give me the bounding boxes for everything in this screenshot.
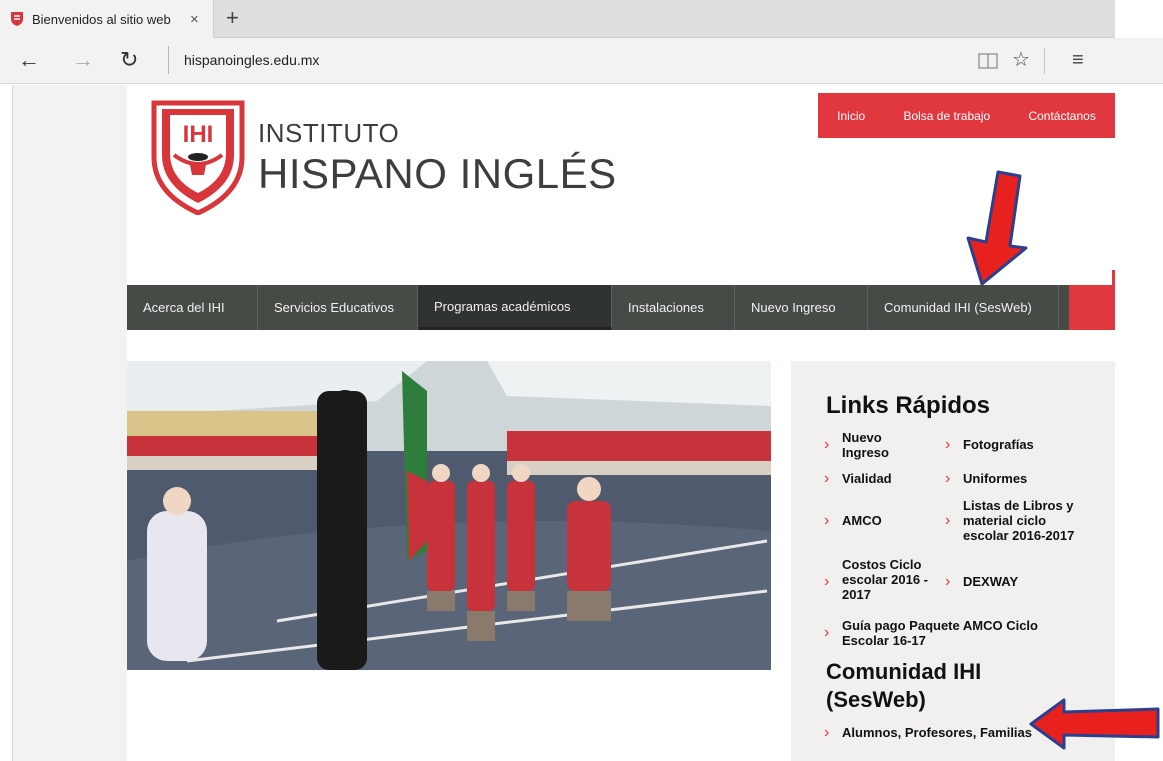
toolbar-separator	[1044, 48, 1045, 74]
hub-menu-icon[interactable]: ≡	[1072, 50, 1084, 70]
chevron-right-icon: ›	[945, 436, 951, 453]
brand-line-2: HISPANO INGLÉS	[258, 150, 617, 197]
nav-red-block	[1069, 285, 1115, 330]
chevron-right-icon: ›	[945, 512, 951, 529]
school-ceremony-photo	[127, 361, 771, 670]
ihi-shield-logo[interactable]	[150, 95, 246, 215]
tab-bar: Bienvenidos al sitio web × +	[0, 0, 1163, 38]
url-separator	[168, 46, 169, 74]
address-bar: ← → ↻ hispanoingles.edu.mx ☆ ≡	[0, 38, 1163, 84]
close-tab-icon[interactable]: ×	[190, 11, 199, 28]
svg-text:IHI: IHI	[183, 121, 214, 148]
nav-servicios[interactable]: Servicios Educativos	[258, 285, 418, 330]
annotation-arrow-left-icon	[1029, 698, 1160, 750]
chevron-right-icon: ›	[945, 470, 951, 487]
community-title: Comunidad IHI (SesWeb)	[826, 659, 982, 712]
top-link-contacto[interactable]: Contáctanos	[1028, 109, 1095, 123]
chevron-right-icon: ›	[824, 724, 830, 741]
nav-instalaciones[interactable]: Instalaciones	[612, 285, 735, 330]
browser-tab[interactable]: Bienvenidos al sitio web ×	[0, 0, 214, 38]
quick-links-title: Links Rápidos	[826, 392, 991, 419]
chevron-right-icon: ›	[945, 573, 951, 590]
annotation-arrow-down-icon	[966, 170, 1028, 286]
nav-programas[interactable]: Programas académicos	[418, 285, 612, 330]
chevron-right-icon: ›	[824, 624, 830, 641]
page-margin	[13, 85, 127, 761]
chevron-right-icon: ›	[824, 470, 830, 487]
window-edge	[1115, 0, 1163, 38]
brand-line-1: INSTITUTO	[258, 118, 400, 148]
chevron-right-icon: ›	[824, 436, 830, 453]
nav-comunidad[interactable]: Comunidad IHI (SesWeb)	[868, 285, 1059, 330]
back-arrow-icon[interactable]: ←	[18, 48, 40, 72]
nav-red-edge	[1112, 270, 1115, 285]
chevron-right-icon: ›	[824, 573, 830, 590]
tab-title: Bienvenidos al sitio web	[32, 11, 171, 27]
top-link-bolsa[interactable]: Bolsa de trabajo	[903, 109, 990, 123]
hero-photo	[127, 361, 771, 670]
url-field[interactable]: hispanoingles.edu.mx	[184, 52, 319, 68]
forward-arrow-icon[interactable]: →	[72, 48, 94, 72]
new-tab-button[interactable]: +	[226, 7, 239, 29]
top-link-inicio[interactable]: Inicio	[837, 109, 865, 123]
refresh-icon[interactable]: ↻	[120, 48, 138, 72]
nav-nuevo-ingreso[interactable]: Nuevo Ingreso	[735, 285, 868, 330]
main-navigation: Acerca del IHI Servicios Educativos Prog…	[127, 285, 1115, 330]
top-links-bar: Inicio Bolsa de trabajo Contáctanos	[818, 93, 1115, 138]
shield-favicon-icon	[11, 12, 23, 26]
logo-letters: IHI	[183, 121, 214, 148]
reading-view-icon[interactable]	[978, 53, 998, 69]
chevron-right-icon: ›	[824, 512, 830, 529]
nav-acerca[interactable]: Acerca del IHI	[127, 285, 258, 330]
favorite-star-icon[interactable]: ☆	[1012, 50, 1030, 70]
